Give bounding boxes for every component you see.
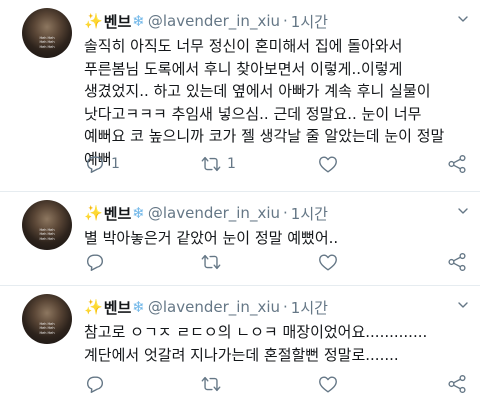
- user-handle[interactable]: @lavender_in_xiu: [148, 298, 280, 316]
- avatar[interactable]: Heh Heh Heh Heh Heh Heh: [22, 8, 72, 58]
- timestamp[interactable]: 1시간: [291, 203, 328, 224]
- like-button[interactable]: [317, 250, 339, 274]
- display-name[interactable]: 벤브: [104, 11, 132, 32]
- timestamp[interactable]: 1시간: [291, 297, 328, 318]
- chevron-down-icon[interactable]: [458, 14, 468, 24]
- snowflake-icon: ❄: [132, 12, 145, 30]
- reply-button[interactable]: 1: [84, 152, 120, 176]
- reply-icon: [86, 156, 104, 173]
- share-icon: [448, 252, 466, 272]
- chevron-down-icon[interactable]: [458, 300, 468, 310]
- reply-icon: [86, 376, 104, 393]
- avatar-caption: Heh Heh Heh Heh Heh Heh: [39, 321, 55, 335]
- reply-button[interactable]: [84, 372, 106, 396]
- tweet-header: ✨ 벤브 ❄ @lavender_in_xiu · 1시간: [84, 10, 328, 32]
- like-button[interactable]: [317, 152, 339, 176]
- display-name[interactable]: 벤브: [104, 297, 132, 318]
- timeline: Heh Heh Heh Heh Heh Heh ✨ 벤브 ❄ @lavender…: [0, 0, 480, 410]
- reply-icon: [86, 254, 104, 271]
- tweet-text: 별 박아놓은거 같았어 눈이 정말 예뻤어..: [84, 229, 339, 247]
- user-handle[interactable]: @lavender_in_xiu: [148, 204, 280, 222]
- snowflake-icon: ❄: [132, 298, 145, 316]
- heart-icon: [319, 156, 337, 173]
- reply-button[interactable]: [84, 250, 106, 274]
- snowflake-icon: ❄: [132, 204, 145, 222]
- separator-dot: ·: [283, 204, 288, 222]
- sparkles-icon: ✨: [84, 12, 103, 30]
- user-handle[interactable]: @lavender_in_xiu: [148, 12, 280, 30]
- tweet-header: ✨ 벤브 ❄ @lavender_in_xiu · 1시간: [84, 296, 328, 318]
- retweet-count: 1: [227, 156, 236, 172]
- retweet-icon: [201, 156, 221, 172]
- separator-dot: ·: [283, 12, 288, 30]
- heart-icon: [319, 376, 337, 393]
- separator-dot: ·: [283, 298, 288, 316]
- action-bar: [84, 372, 470, 396]
- heart-icon: [319, 254, 337, 271]
- tweet[interactable]: Heh Heh Heh Heh Heh Heh ✨ 벤브 ❄ @lavender…: [0, 286, 480, 410]
- tweet-text: 참고로 ㅇㄱㅈ ㄹㄷㅇ의 ㄴㅇㅋ 매장이었어요............. 계단에…: [84, 323, 428, 364]
- tweet[interactable]: Heh Heh Heh Heh Heh Heh ✨ 벤브 ❄ @lavender…: [0, 0, 480, 192]
- retweet-icon: [201, 254, 221, 270]
- retweet-button[interactable]: [200, 372, 222, 396]
- action-bar: 1 1: [84, 152, 470, 176]
- avatar-caption: Heh Heh Heh Heh Heh Heh: [39, 227, 55, 241]
- avatar[interactable]: Heh Heh Heh Heh Heh Heh: [22, 294, 72, 344]
- reply-count: 1: [111, 156, 120, 172]
- retweet-button[interactable]: 1: [200, 152, 236, 176]
- action-bar: [84, 250, 470, 274]
- tweet[interactable]: Heh Heh Heh Heh Heh Heh ✨ 벤브 ❄ @lavender…: [0, 192, 480, 286]
- like-button[interactable]: [317, 372, 339, 396]
- retweet-icon: [201, 376, 221, 392]
- display-name[interactable]: 벤브: [104, 203, 132, 224]
- chevron-down-icon[interactable]: [458, 206, 468, 216]
- sparkles-icon: ✨: [84, 298, 103, 316]
- share-button[interactable]: [446, 152, 468, 176]
- avatar[interactable]: Heh Heh Heh Heh Heh Heh: [22, 200, 72, 250]
- tweet-header: ✨ 벤브 ❄ @lavender_in_xiu · 1시간: [84, 202, 328, 224]
- share-icon: [448, 154, 466, 174]
- avatar-caption: Heh Heh Heh Heh Heh Heh: [39, 35, 55, 49]
- share-icon: [448, 374, 466, 394]
- share-button[interactable]: [446, 250, 468, 274]
- timestamp[interactable]: 1시간: [291, 11, 328, 32]
- retweet-button[interactable]: [200, 250, 222, 274]
- tweet-text: 솔직히 아직도 너무 정신이 혼미해서 집에 돌아와서 푸른봄님 도록에서 후니…: [84, 37, 445, 168]
- share-button[interactable]: [446, 372, 468, 396]
- sparkles-icon: ✨: [84, 204, 103, 222]
